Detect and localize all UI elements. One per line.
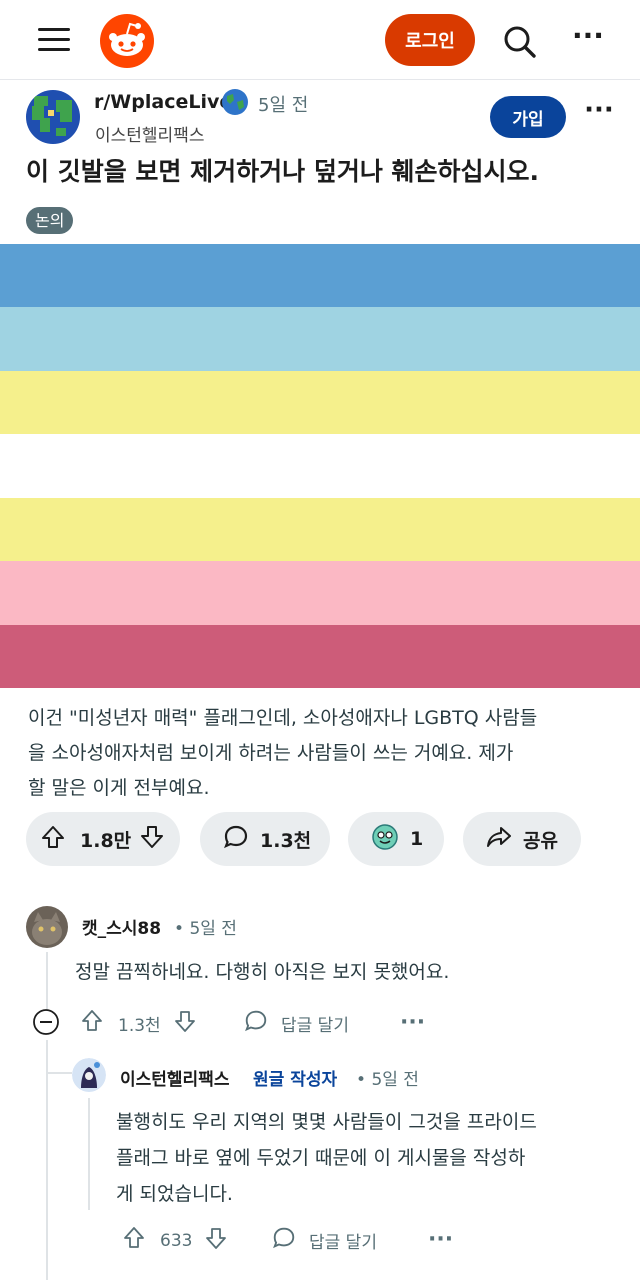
comment-icon: [243, 1008, 269, 1039]
reply-more-icon[interactable]: ···: [428, 1227, 453, 1252]
more-options-icon[interactable]: ···: [568, 22, 608, 56]
downvote-icon[interactable]: [173, 1008, 197, 1039]
post-body: 이건 "미성년자 매력" 플래그인데, 소아성애자나 LGBTQ 사람들 을 소…: [28, 701, 628, 806]
post-header: r/WplaceLive 5일 전 이스턴헬리팩스 가입 ···: [0, 80, 640, 150]
flag-stripe: [0, 434, 640, 498]
join-button[interactable]: 가입: [490, 96, 566, 138]
award-icon: [370, 822, 400, 856]
op-badge: 원글 작성자: [253, 1070, 338, 1090]
comment-icon: [222, 823, 250, 855]
downvote-icon[interactable]: [139, 824, 165, 854]
reply-thread-line: [88, 1098, 90, 1210]
award-button[interactable]: 1: [348, 812, 444, 866]
reply-time-value: 5일 전: [371, 1070, 419, 1090]
post-title: 이 깃발을 보면 제거하거나 덮거나 훼손하십시오.: [26, 157, 540, 186]
flag-stripe: [0, 624, 640, 688]
vote-bar: 1.8만: [26, 812, 180, 866]
upvote-icon[interactable]: [80, 1008, 104, 1039]
share-icon: [485, 823, 513, 855]
upvote-icon[interactable]: [40, 824, 66, 854]
post-time: 5일 전: [258, 95, 309, 116]
reply-text-line: 불행히도 우리 지역의 몇몇 사람들이 그것을 프라이드: [116, 1111, 537, 1133]
subreddit-name[interactable]: r/WplaceLive: [94, 91, 232, 113]
award-count: 1: [410, 828, 424, 850]
downvote-icon[interactable]: [204, 1225, 228, 1256]
reply-avatar[interactable]: [72, 1058, 106, 1092]
flag-stripe: [0, 370, 640, 435]
thread-line: [46, 1040, 48, 1280]
flag-stripe: [0, 307, 640, 371]
post-body-line: 할 말은 이게 전부예요.: [28, 777, 210, 799]
reply-label: 답글 달기: [281, 1016, 349, 1036]
reddit-logo-icon[interactable]: [100, 14, 154, 68]
subreddit-avatar[interactable]: [26, 90, 80, 144]
comment-author[interactable]: 캣_스시88: [82, 914, 161, 939]
globe-icon: [221, 88, 249, 116]
menu-icon[interactable]: [38, 28, 70, 52]
comment-count: 1.3천: [260, 829, 312, 852]
post-body-line: 을 소아성애자처럼 보이게 하려는 사람들이 쓰는 거예요. 제가: [28, 742, 514, 764]
post-image-flag[interactable]: [0, 244, 640, 688]
post-body-line: 이건 "미성년자 매력" 플래그인데, 소아성애자나 LGBTQ 사람들: [28, 707, 538, 729]
upvote-icon[interactable]: [122, 1225, 146, 1256]
thread-line: [46, 952, 48, 1010]
login-button[interactable]: 로그인: [385, 14, 475, 66]
comment-vote-bar: 1.3천: [80, 1008, 197, 1039]
post-flair[interactable]: 논의: [26, 207, 74, 234]
reply-vote-count: 633: [160, 1230, 193, 1251]
flag-stripe: [0, 497, 640, 562]
reply-text-line: 플래그 바로 옆에 두었기 때문에 이 게시물을 작성하: [116, 1147, 526, 1169]
comment-time: • 5일 전: [174, 919, 237, 939]
reply-button[interactable]: 답글 달기: [243, 1008, 349, 1039]
share-button[interactable]: 공유: [463, 812, 581, 866]
comment-vote-count: 1.3천: [118, 1016, 161, 1036]
reply-time: • 5일 전: [356, 1070, 419, 1090]
reply-text: 불행히도 우리 지역의 몇몇 사람들이 그것을 프라이드 플래그 바로 옆에 두…: [116, 1104, 626, 1212]
vote-count: 1.8만: [80, 829, 132, 852]
reply-vote-bar: 633: [122, 1225, 228, 1256]
comment-avatar[interactable]: [26, 906, 68, 948]
post-author[interactable]: 이스턴헬리팩스: [95, 121, 204, 146]
flag-stripe: [0, 244, 640, 308]
flag-stripe: [0, 561, 640, 625]
comment-time-value: 5일 전: [189, 919, 237, 939]
comments-button[interactable]: 1.3천: [200, 812, 330, 866]
comment-more-icon[interactable]: ···: [400, 1010, 425, 1035]
top-bar: 로그인 ···: [0, 0, 640, 80]
search-icon[interactable]: [500, 22, 540, 62]
reply-label: 답글 달기: [309, 1233, 377, 1253]
comment-icon: [271, 1225, 297, 1256]
collapse-icon[interactable]: [32, 1008, 60, 1036]
thread-branch: [46, 1072, 72, 1074]
collapse-thread-button[interactable]: [32, 1008, 60, 1036]
reply-author[interactable]: 이스턴헬리팩스: [120, 1065, 229, 1090]
share-label: 공유: [523, 829, 558, 852]
comment-text: 정말 끔찍하네요. 다행히 아직은 보지 못했어요.: [75, 961, 450, 983]
reply-button[interactable]: 답글 달기: [271, 1225, 377, 1256]
reply-text-line: 게 되었습니다.: [116, 1183, 233, 1205]
post-more-options-icon[interactable]: ···: [584, 97, 614, 128]
